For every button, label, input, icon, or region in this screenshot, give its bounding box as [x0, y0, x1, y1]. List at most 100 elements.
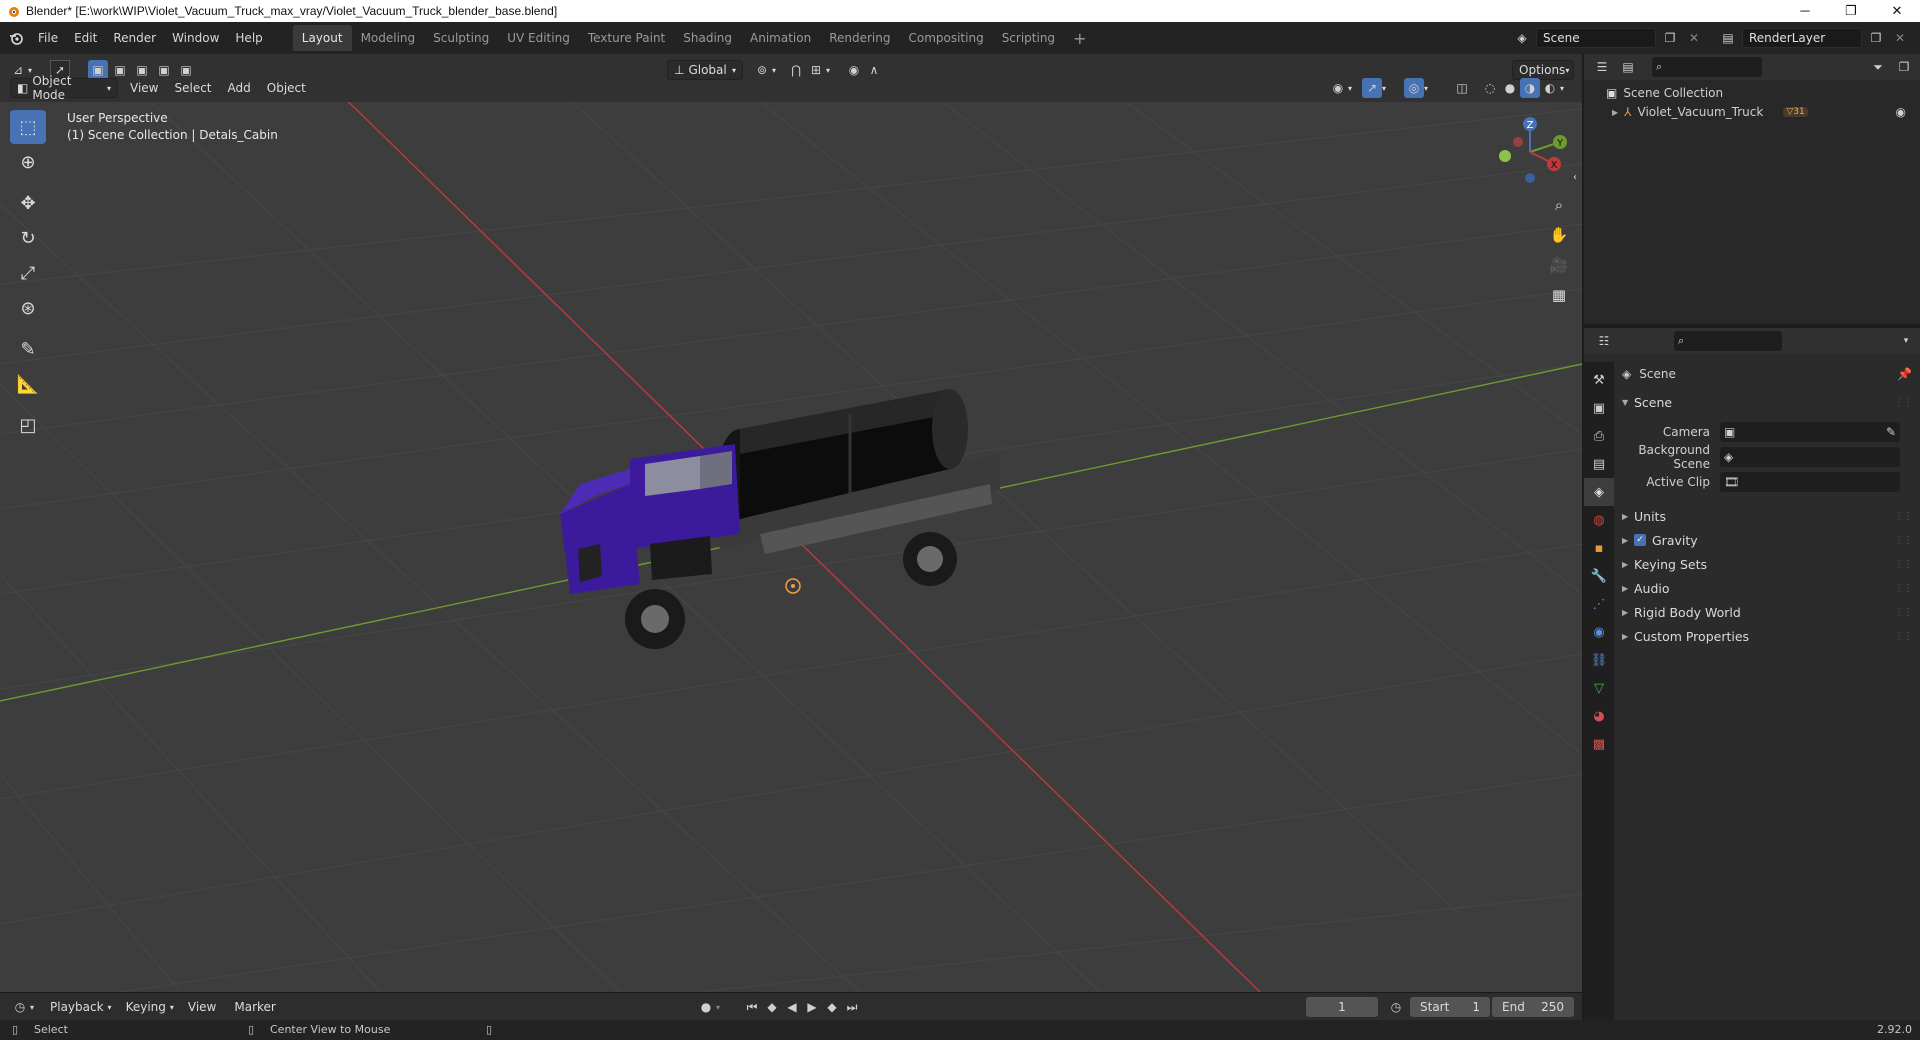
drag-grip-icon[interactable]: ⋮⋮ — [1894, 631, 1913, 642]
tab-scripting[interactable]: Scripting — [993, 25, 1064, 51]
scale-tool-icon[interactable]: ⤢ — [10, 256, 46, 290]
data-tab-icon[interactable]: ▽ — [1584, 674, 1614, 702]
add-cube-tool-icon[interactable]: ◰ — [10, 408, 46, 442]
3d-viewport[interactable]: ⊿ ▾ ➚ ▣ ▣ ▣ ▣ ▣ ⊥ Global ▾ ⊚ ▾ ⋂ ⊞ ▾ ◉ ∧ Op — [0, 54, 1582, 992]
auto-keying-toggle[interactable]: ● ▾ — [696, 997, 720, 1017]
mode-dropdown[interactable]: ◧ Object Mode ▾ — [10, 74, 118, 102]
menu-object[interactable]: Object — [267, 81, 306, 95]
tab-compositing[interactable]: Compositing — [899, 25, 992, 51]
menu-render[interactable]: Render — [105, 31, 164, 45]
drag-grip-icon[interactable]: ⋮⋮ — [1894, 535, 1913, 546]
menu-edit[interactable]: Edit — [66, 31, 105, 45]
pin-icon[interactable]: 📌 — [1897, 367, 1912, 381]
active-clip-field[interactable]: 🎞 — [1720, 472, 1900, 492]
menu-select[interactable]: Select — [174, 81, 211, 95]
particles-tab-icon[interactable]: ⋰ — [1584, 590, 1614, 618]
annotate-tool-icon[interactable]: ✎ — [10, 332, 46, 366]
menu-help[interactable]: Help — [227, 31, 270, 45]
scene-icon[interactable]: ◈ — [1512, 28, 1532, 48]
minimize-button[interactable]: ─ — [1782, 3, 1828, 19]
tab-shading[interactable]: Shading — [674, 25, 741, 51]
maximize-button[interactable]: ❐ — [1828, 3, 1874, 19]
pan-hand-icon[interactable]: ✋ — [1546, 222, 1572, 248]
xray-toggle[interactable]: ◫ — [1452, 78, 1472, 98]
panel-units[interactable]: ▶ Units ⋮⋮ — [1622, 504, 1913, 528]
material-tab-icon[interactable]: ◕ — [1584, 702, 1614, 730]
world-tab-icon[interactable]: ◍ — [1584, 506, 1614, 534]
panel-keying-sets[interactable]: ▶ Keying Sets ⋮⋮ — [1622, 552, 1913, 576]
proportional-edit-toggle[interactable]: ◉ ∧ — [844, 60, 884, 80]
tool-tab-icon[interactable]: ⚒ — [1584, 366, 1614, 394]
cursor-tool-icon[interactable]: ⊕ — [10, 145, 46, 179]
timeline-editor-type[interactable]: ◷ ▾ — [10, 997, 34, 1017]
tab-texture-paint[interactable]: Texture Paint — [579, 25, 674, 51]
transform-orientation-dropdown[interactable]: ⊥ Global ▾ — [667, 60, 743, 80]
move-tool-icon[interactable]: ✥ — [10, 186, 46, 220]
jump-start-icon[interactable]: ⏮ — [742, 997, 762, 1017]
gravity-checkbox[interactable]: ✓ — [1634, 534, 1646, 546]
tab-animation[interactable]: Animation — [741, 25, 820, 51]
snap-toggle[interactable]: ⋂ ⊞ ▾ — [786, 60, 830, 80]
current-frame-field[interactable]: 1 — [1306, 997, 1378, 1017]
close-button[interactable]: ✕ — [1874, 3, 1920, 19]
editor-type-button[interactable]: ⊿ ▾ — [8, 60, 32, 80]
sidebar-toggle-icon[interactable]: ‹ — [1568, 164, 1582, 190]
eyedropper-icon[interactable]: ✎ — [1886, 425, 1896, 439]
expand-triangle-icon[interactable]: ▶ — [1612, 108, 1618, 117]
transform-tool-icon[interactable]: ⊛ — [10, 291, 46, 325]
visibility-dropdown[interactable]: ◉ ▾ — [1328, 78, 1352, 98]
drag-grip-icon[interactable]: ⋮⋮ — [1894, 511, 1913, 522]
measure-tool-icon[interactable]: 📐 — [10, 367, 46, 401]
tab-uv-editing[interactable]: UV Editing — [498, 25, 579, 51]
drag-grip-icon[interactable]: ⋮⋮ — [1894, 607, 1913, 618]
menu-keying[interactable]: Keying — [126, 1000, 166, 1014]
camera-view-icon[interactable]: 🎥 — [1546, 252, 1572, 278]
new-layer-icon[interactable]: ❐ — [1866, 28, 1886, 48]
physics-tab-icon[interactable]: ◉ — [1584, 618, 1614, 646]
tab-modeling[interactable]: Modeling — [352, 25, 425, 51]
properties-search-input[interactable]: ⌕ — [1674, 331, 1782, 351]
navigation-gizmo[interactable]: Z Y X — [1488, 114, 1578, 194]
gizmo-toggle[interactable]: ↗ ▾ — [1362, 78, 1386, 98]
new-collection-icon[interactable]: ❐ — [1894, 57, 1914, 77]
output-tab-icon[interactable]: ⎙ — [1584, 422, 1614, 450]
drag-grip-icon[interactable]: ⋮⋮ — [1894, 397, 1913, 408]
start-frame-field[interactable]: Start 1 — [1410, 997, 1490, 1017]
panel-rigid-body-world[interactable]: ▶ Rigid Body World ⋮⋮ — [1622, 600, 1913, 624]
panel-audio[interactable]: ▶ Audio ⋮⋮ — [1622, 576, 1913, 600]
outliner-search-input[interactable]: ⌕ — [1652, 57, 1762, 77]
outliner-editor-icon[interactable]: ☰ — [1592, 57, 1612, 77]
render-tab-icon[interactable]: ▣ — [1584, 394, 1614, 422]
filter-icon[interactable]: ⏷ — [1868, 57, 1888, 77]
rendered-shading-icon[interactable]: ◐ — [1540, 78, 1560, 98]
menu-view[interactable]: View — [130, 81, 158, 95]
menu-window[interactable]: Window — [164, 31, 227, 45]
menu-playback[interactable]: Playback — [50, 1000, 104, 1014]
end-frame-field[interactable]: End 250 — [1492, 997, 1574, 1017]
zoom-icon[interactable]: ⌕ — [1546, 192, 1572, 218]
preview-range-toggle[interactable]: ◷ — [1386, 997, 1406, 1017]
next-keyframe-icon[interactable]: ◆ — [822, 997, 842, 1017]
panel-custom-properties[interactable]: ▶ Custom Properties ⋮⋮ — [1622, 624, 1913, 648]
menu-file[interactable]: File — [30, 31, 66, 45]
camera-field[interactable]: ▣ ✎ — [1720, 422, 1900, 442]
add-workspace-button[interactable]: + — [1064, 23, 1095, 54]
properties-editor-icon[interactable]: ☷ — [1594, 331, 1614, 351]
select-box-tool-icon[interactable]: ⬚ — [10, 110, 46, 144]
tab-rendering[interactable]: Rendering — [820, 25, 899, 51]
grid-ortho-icon[interactable]: ▦ — [1546, 282, 1572, 308]
display-mode-icon[interactable]: ▤ — [1618, 57, 1638, 77]
options-dropdown[interactable]: Options ▾ — [1512, 60, 1574, 80]
new-scene-icon[interactable]: ❐ — [1660, 28, 1680, 48]
view-layer-tab-icon[interactable]: ▤ — [1584, 450, 1614, 478]
select-invert-icon[interactable]: ▣ — [154, 60, 174, 80]
scene-tab-icon[interactable]: ◈ — [1584, 478, 1614, 506]
rotate-tool-icon[interactable]: ↻ — [10, 221, 46, 255]
drag-grip-icon[interactable]: ⋮⋮ — [1894, 583, 1913, 594]
scene-selector[interactable]: Scene — [1536, 28, 1656, 48]
panel-scene-header[interactable]: ▼ Scene ⋮⋮ — [1622, 390, 1913, 414]
violet-vacuum-truck-model[interactable] — [560, 354, 1020, 654]
chevron-down-icon[interactable]: ▾ — [1896, 331, 1916, 351]
jump-end-icon[interactable]: ⏭ — [842, 997, 862, 1017]
tab-sculpting[interactable]: Sculpting — [424, 25, 498, 51]
